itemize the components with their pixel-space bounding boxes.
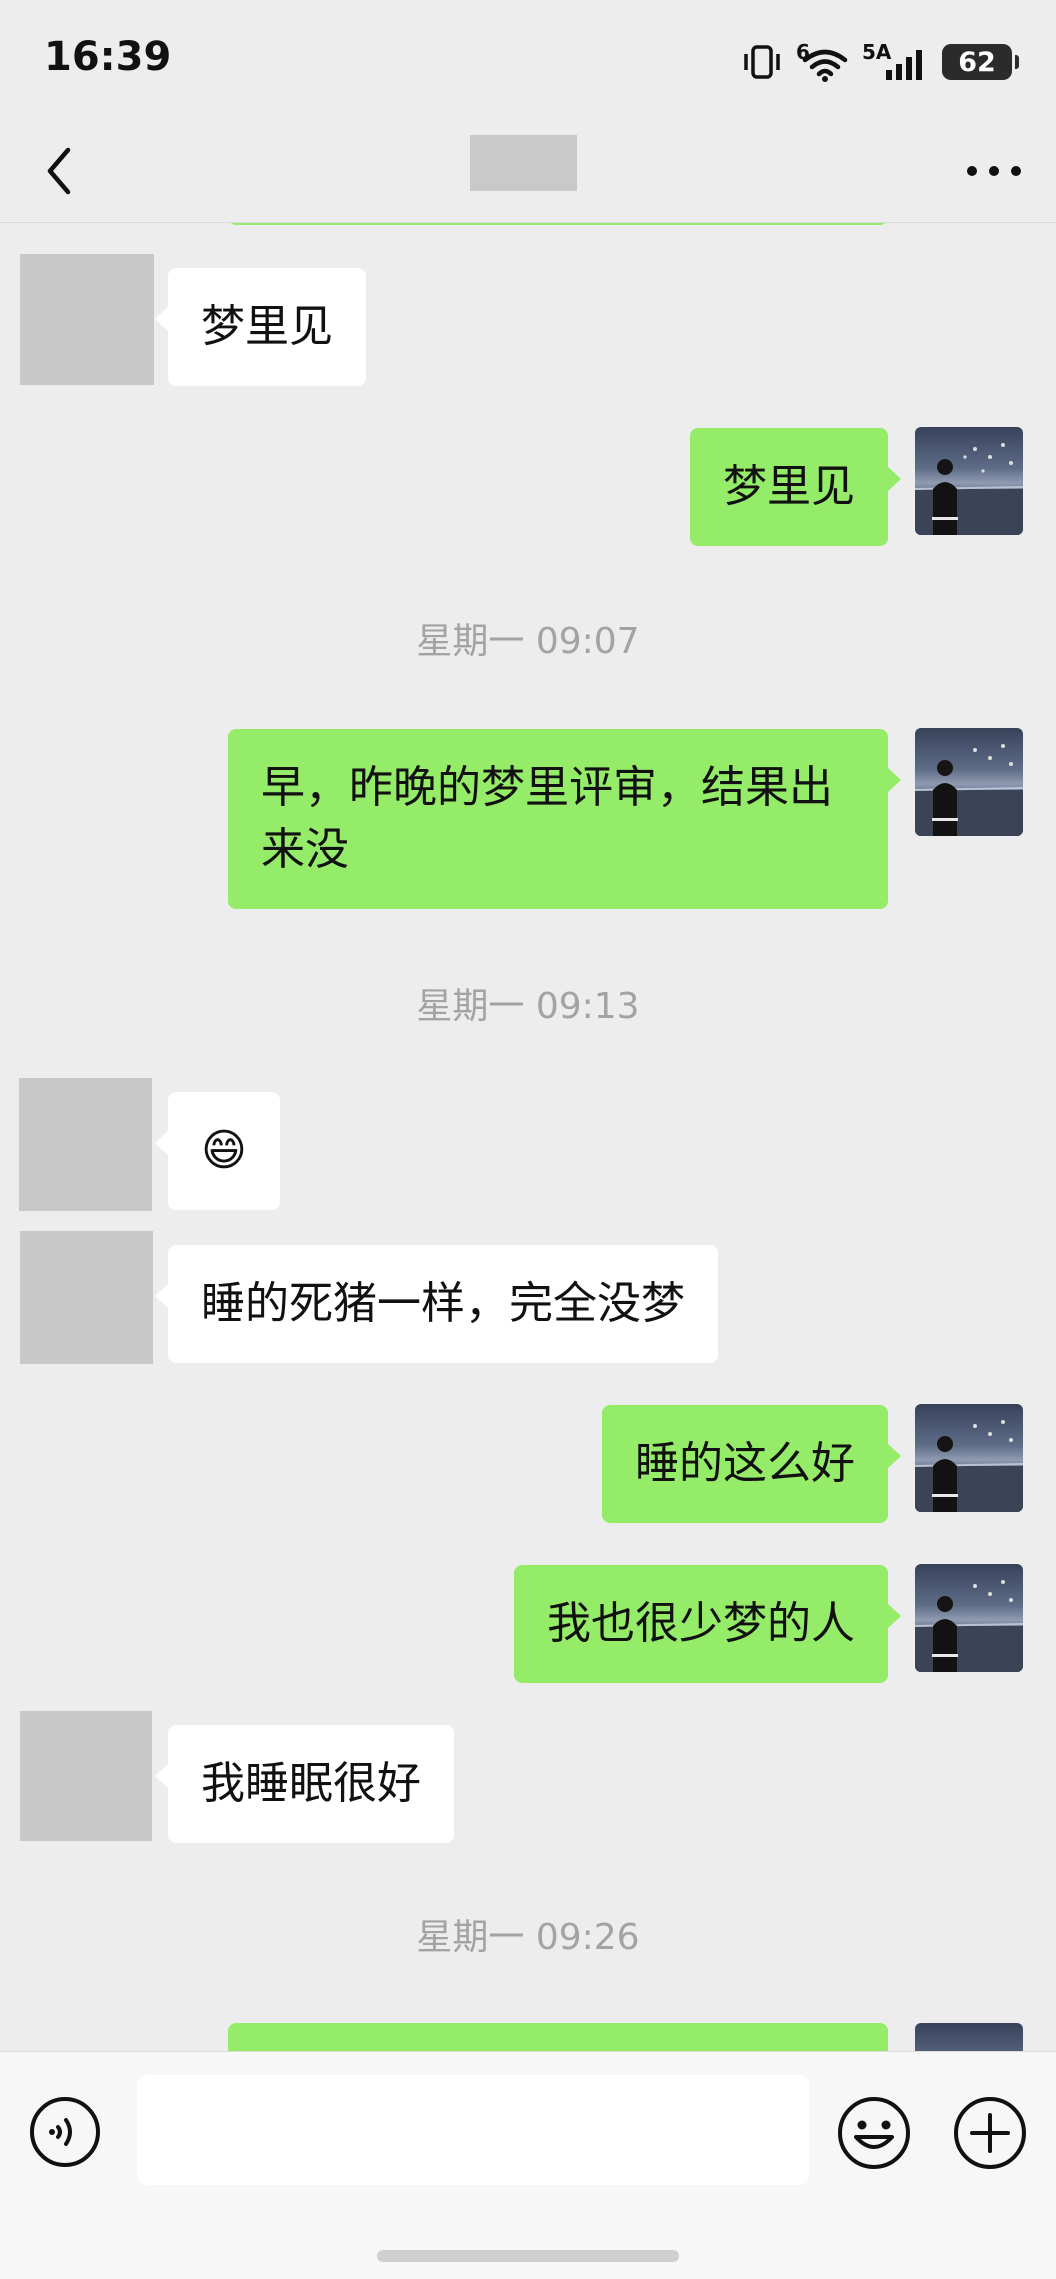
avatar-photo xyxy=(915,744,1023,836)
nav-bar xyxy=(0,120,1056,223)
sent-message[interactable]: 早，昨晚的梦里评审，结果出 来没 xyxy=(228,729,901,909)
sent-message[interactable]: 我也很少梦的人 xyxy=(514,1565,901,1683)
status-bar: 16:39 6 5A 62 xyxy=(0,0,1056,120)
avatar-photo xyxy=(915,1420,1023,1512)
wifi-icon xyxy=(802,49,848,82)
my-avatar[interactable] xyxy=(915,728,1023,836)
message-timestamp: 星期一 09:26 xyxy=(416,1917,640,1958)
my-avatar[interactable] xyxy=(915,2023,1023,2051)
avatar-photo xyxy=(915,443,1023,535)
contact-avatar[interactable] xyxy=(19,1078,152,1211)
wifi-indicator: 6 xyxy=(796,42,848,82)
message-line: 来没 xyxy=(261,824,349,875)
voice-icon[interactable] xyxy=(28,2095,102,2169)
avatar-photo xyxy=(915,1580,1023,1672)
received-message[interactable]: 梦里见 xyxy=(155,268,366,386)
home-indicator[interactable] xyxy=(377,2250,679,2262)
contact-avatar[interactable] xyxy=(20,1231,153,1364)
sent-message[interactable]: 梦里见 xyxy=(690,428,901,546)
message-input[interactable] xyxy=(137,2075,809,2185)
contact-avatar[interactable] xyxy=(20,1711,152,1841)
status-time: 16:39 xyxy=(44,34,172,80)
input-bar xyxy=(0,2051,1056,2279)
partial-message-bubble xyxy=(228,223,888,225)
contact-avatar[interactable] xyxy=(20,254,154,385)
vibrate-icon xyxy=(744,45,780,79)
message-line: 早，昨晚的梦里评审，结果出 xyxy=(261,762,833,813)
signal-icon xyxy=(886,50,922,80)
more-horizontal-icon[interactable] xyxy=(962,146,1026,196)
chat-title-redacted xyxy=(470,135,577,191)
emoji-icon[interactable] xyxy=(836,2095,912,2171)
received-message[interactable]: 😄 xyxy=(155,1092,280,1210)
my-avatar[interactable] xyxy=(915,1404,1023,1512)
chevron-left-icon[interactable] xyxy=(36,144,90,198)
partial-message-bubble xyxy=(228,2023,888,2051)
cellular-indicator: 5A xyxy=(862,42,928,82)
battery-level: 62 xyxy=(958,46,996,78)
sent-message[interactable]: 睡的这么好 xyxy=(602,1405,901,1523)
received-message[interactable]: 睡的死猪一样，完全没梦 xyxy=(155,1245,718,1363)
message-timestamp: 星期一 09:13 xyxy=(416,986,640,1027)
my-avatar[interactable] xyxy=(915,427,1023,535)
battery-icon: 62 xyxy=(942,44,1019,80)
plus-icon[interactable] xyxy=(952,2095,1028,2171)
status-icons: 6 5A 62 xyxy=(742,40,1019,84)
chat-message-list[interactable]: 梦里见 梦里见 星期一 09:07 早，昨晚的梦里评审，结果出 来没 星期一 0… xyxy=(0,223,1056,2051)
received-message[interactable]: 我睡眠很好 xyxy=(155,1725,454,1843)
message-timestamp: 星期一 09:07 xyxy=(416,621,640,662)
my-avatar[interactable] xyxy=(915,1564,1023,1672)
